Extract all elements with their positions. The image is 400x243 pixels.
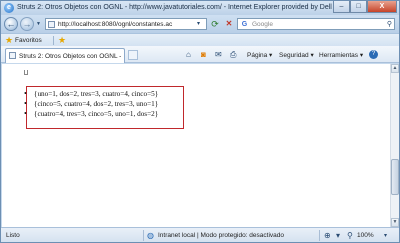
page-menu[interactable]: Página ▾	[247, 51, 272, 59]
search-box[interactable]: G Google ⚲	[237, 18, 395, 30]
printer-icon[interactable]: ⎙	[230, 50, 236, 60]
divider	[143, 230, 144, 241]
protected-mode-icon[interactable]: ⊕	[324, 231, 331, 240]
address-toolbar: ← → ▼ http://localhost:8080/ognl/constan…	[1, 15, 399, 33]
page-content: {uno=1, dos=2, tres=3, cuatro=4, cinco=5…	[2, 64, 390, 227]
history-dropdown-icon[interactable]: ▼	[36, 21, 41, 27]
maximize-button[interactable]: □	[350, 1, 367, 13]
window-title: Struts 2: Otros Objetos con OGNL - http:…	[17, 4, 332, 11]
vertical-scrollbar[interactable]: ▲ ▼	[390, 64, 399, 227]
favorites-bar: ★ Favoritos ★	[1, 33, 399, 46]
forward-button[interactable]: →	[20, 17, 34, 31]
internet-explorer-icon: e	[4, 3, 14, 13]
tab-active[interactable]: Struts 2: Otros Objetos con OGNL - h...	[5, 48, 125, 63]
search-icon[interactable]: ⚲	[387, 20, 392, 28]
status-bar: Listo ◍ Intranet local | Modo protegido:…	[1, 227, 399, 242]
list-stub	[24, 70, 28, 75]
favorites-star-icon[interactable]: ★	[5, 35, 13, 46]
list-item: {cuatro=4, tres=3, cinco=5, uno=1, dos=2…	[24, 109, 158, 119]
home-icon[interactable]: ⌂	[186, 50, 191, 59]
add-favorite-icon[interactable]: ★	[58, 35, 66, 46]
magnifier-icon[interactable]: ⚲	[347, 231, 353, 240]
tab-title: Struts 2: Otros Objetos con OGNL - h...	[19, 53, 121, 60]
stop-icon[interactable]: ✕	[223, 18, 235, 30]
security-zone-text[interactable]: Intranet local | Modo protegido: desacti…	[158, 232, 284, 239]
minimize-button[interactable]: –	[333, 1, 350, 13]
page-icon	[48, 21, 55, 28]
forward-arrow-icon: →	[22, 19, 32, 29]
window-controls: – □ X	[333, 1, 397, 13]
address-bar[interactable]: http://localhost:8080/ognl/constantes.ac…	[45, 18, 207, 30]
status-text: Listo	[6, 232, 20, 239]
divider	[319, 230, 320, 241]
close-button[interactable]: X	[367, 1, 397, 13]
page-icon	[9, 52, 16, 59]
zoom-level[interactable]: 100%	[357, 232, 374, 239]
intranet-zone-icon: ◍	[147, 231, 154, 240]
scroll-down-button[interactable]: ▼	[391, 218, 399, 227]
title-bar: e Struts 2: Otros Objetos con OGNL - htt…	[1, 1, 399, 15]
search-input[interactable]: Google	[252, 21, 273, 28]
divider	[53, 36, 54, 45]
browser-window: e Struts 2: Otros Objetos con OGNL - htt…	[0, 0, 400, 243]
help-icon[interactable]: ?	[369, 50, 378, 59]
scroll-up-button[interactable]: ▲	[391, 64, 399, 73]
zoom-chevron-icon[interactable]: ▾	[384, 232, 387, 239]
list-item: {cinco=5, cuatro=4, dos=2, tres=3, uno=1…	[24, 99, 158, 109]
tab-command-bar: Struts 2: Otros Objetos con OGNL - h... …	[1, 46, 399, 63]
back-button[interactable]: ←	[4, 17, 18, 31]
rss-feed-icon[interactable]: ◙	[201, 50, 206, 59]
address-dropdown-icon[interactable]: ▾	[197, 21, 204, 28]
new-tab-button[interactable]	[128, 50, 138, 60]
mail-icon[interactable]: ✉	[215, 50, 222, 59]
google-icon: G	[241, 21, 248, 28]
back-arrow-icon: ←	[6, 19, 16, 29]
map-list: {uno=1, dos=2, tres=3, cuatro=4, cinco=5…	[24, 89, 158, 119]
scroll-thumb[interactable]	[391, 159, 399, 195]
refresh-icon[interactable]: ⟳	[209, 18, 221, 30]
list-item: {uno=1, dos=2, tres=3, cuatro=4, cinco=5…	[24, 89, 158, 99]
tools-menu[interactable]: Herramientas ▾	[319, 51, 363, 59]
address-input[interactable]: http://localhost:8080/ognl/constantes.ac	[58, 21, 198, 28]
zoom-dropdown-icon[interactable]: ▾	[336, 231, 340, 240]
favorites-button[interactable]: Favoritos	[15, 37, 42, 44]
safety-menu[interactable]: Seguridad ▾	[279, 51, 314, 59]
